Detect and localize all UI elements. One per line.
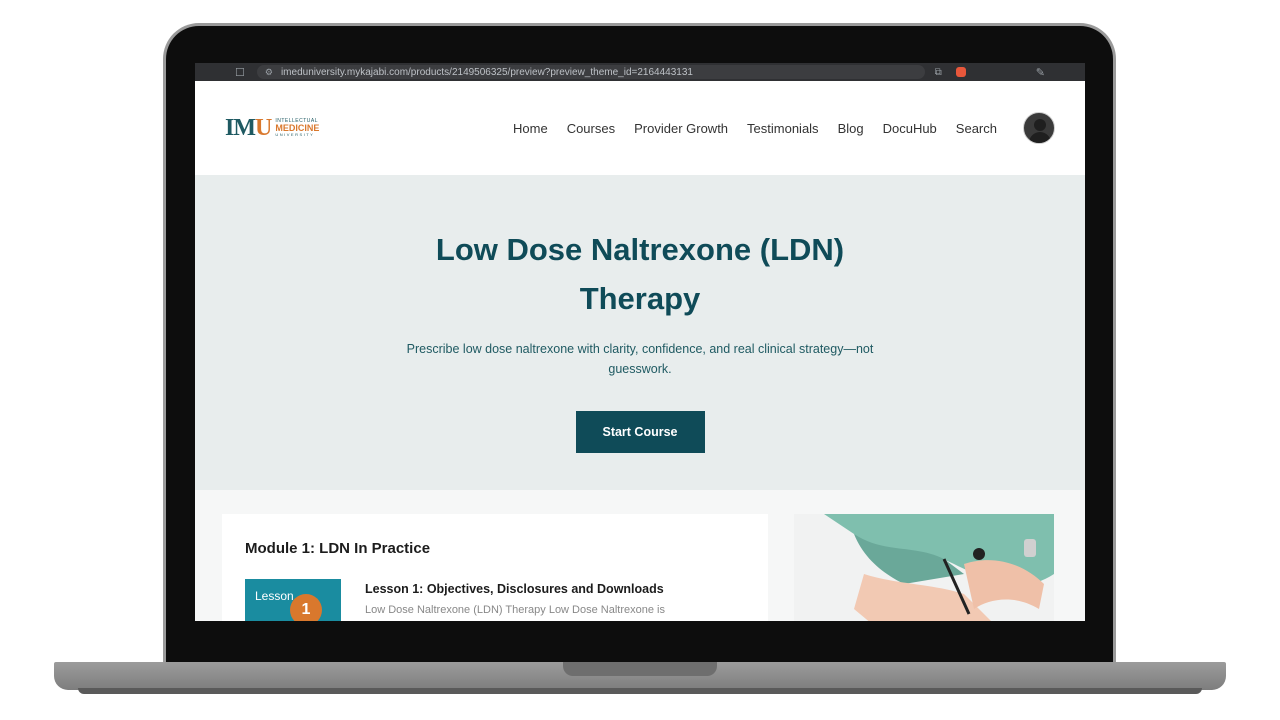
share-icon[interactable]: ⧉ — [935, 67, 942, 78]
course-subtitle: Prescribe low dose naltrexone with clari… — [406, 342, 874, 376]
start-course-button[interactable]: Start Course — [575, 411, 705, 453]
avatar-icon[interactable] — [1023, 112, 1055, 144]
extension-icon[interactable] — [955, 67, 966, 77]
browser-address-bar: ☐ ⚙ imeduniversity.mykajabi.com/products… — [195, 63, 1085, 81]
logo[interactable]: IMU INTELLECTUAL MEDICINE UNIVERSITY — [225, 115, 319, 142]
lesson-title[interactable]: Lesson 1: Objectives, Disclosures and Do… — [365, 582, 665, 596]
nav-blog[interactable]: Blog — [838, 121, 864, 136]
lesson-description: Low Dose Naltrexone (LDN) Therapy Low Do… — [365, 604, 665, 616]
lesson-info: Lesson 1: Objectives, Disclosures and Do… — [365, 579, 665, 621]
site-header: IMU INTELLECTUAL MEDICINE UNIVERSITY Hom… — [195, 81, 1085, 175]
bookmark-icon[interactable]: ☐ — [235, 66, 245, 79]
course-hero: Low Dose Naltrexone (LDN) Therapy Prescr… — [195, 175, 1085, 490]
pen-icon[interactable]: ✎ — [1036, 66, 1045, 79]
main-nav: Home Courses Provider Growth Testimonial… — [494, 112, 1055, 144]
lesson-thumbnail[interactable]: Lesson 1 — [245, 579, 341, 621]
nav-provider-growth[interactable]: Provider Growth — [634, 121, 728, 136]
course-content: Module 1: LDN In Practice Lesson 1 Lesso… — [195, 490, 1085, 621]
laptop-notch — [563, 662, 717, 676]
course-title: Low Dose Naltrexone (LDN) Therapy — [435, 232, 845, 316]
url-field[interactable]: ⚙ imeduniversity.mykajabi.com/products/2… — [256, 65, 925, 79]
lesson-number-badge: 1 — [290, 594, 322, 621]
nav-search[interactable]: Search — [956, 121, 997, 136]
doctor-writing-image — [794, 514, 1054, 621]
nav-docuhub[interactable]: DocuHub — [883, 121, 937, 136]
site-info-icon[interactable]: ⚙ — [265, 67, 273, 78]
nav-courses[interactable]: Courses — [567, 121, 615, 136]
lesson-item[interactable]: Lesson 1 Lesson 1: Objectives, Disclosur… — [245, 579, 745, 621]
laptop-screen: ☐ ⚙ imeduniversity.mykajabi.com/products… — [195, 63, 1085, 621]
module-card: Module 1: LDN In Practice Lesson 1 Lesso… — [222, 514, 768, 621]
logo-wordmark: INTELLECTUAL MEDICINE UNIVERSITY — [275, 118, 320, 137]
laptop-base-shadow — [78, 688, 1202, 694]
module-title: Module 1: LDN In Practice — [245, 540, 431, 557]
url-text: imeduniversity.mykajabi.com/products/214… — [280, 66, 693, 78]
course-photo — [794, 514, 1054, 621]
logo-mark: IMU — [225, 114, 272, 141]
nav-testimonials[interactable]: Testimonials — [747, 121, 819, 136]
lesson-thumb-label: Lesson — [255, 589, 294, 603]
nav-home[interactable]: Home — [513, 121, 548, 136]
